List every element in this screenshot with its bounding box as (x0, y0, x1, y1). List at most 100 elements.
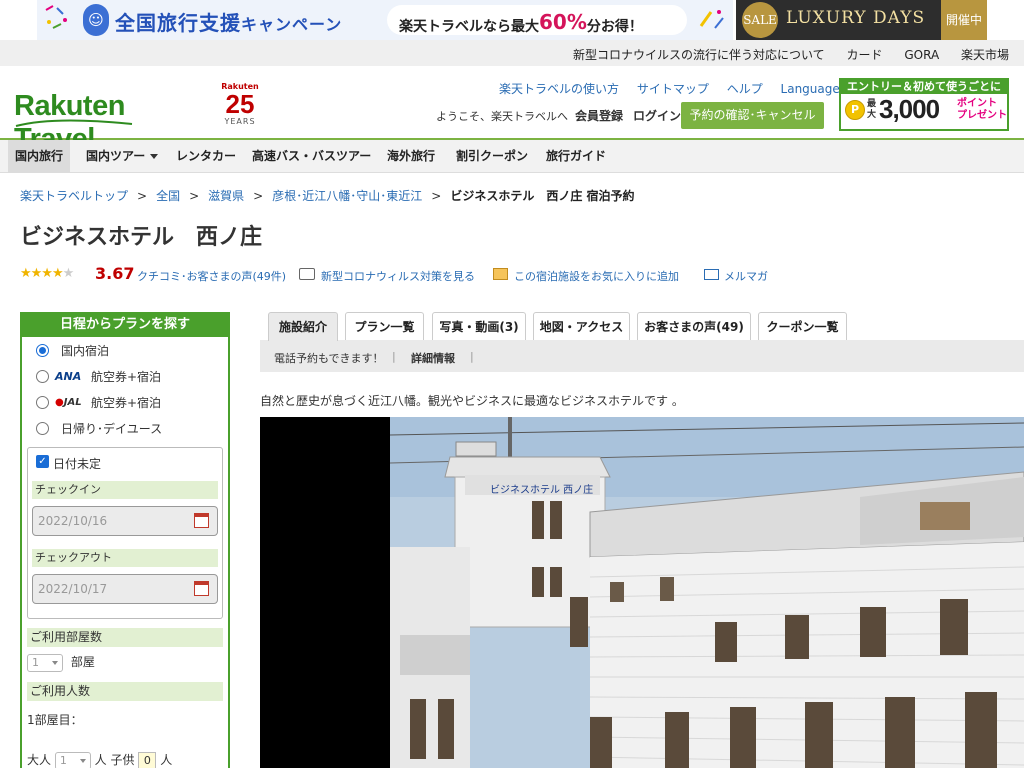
rooms-select[interactable]: 1 (27, 653, 63, 672)
search-panel-title: 日程からプランを探す (20, 312, 230, 337)
option-jal-air-hotel[interactable]: ●JAL 航空券+宿泊 (36, 394, 161, 414)
utility-bar: 新型コロナウイルスの流行に伴う対応について カード GORA 楽天市場 (0, 40, 1024, 66)
option-label: 日帰り･デイユース (61, 422, 163, 436)
sale-status: 開催中 (941, 0, 987, 40)
reservation-check-button[interactable]: 予約の確認･キャンセル (681, 102, 824, 129)
document-icon (299, 268, 315, 280)
people-label: ご利用人数 (27, 682, 223, 701)
hotel-name-heading: ビジネスホテル 西ノ庄 (20, 225, 263, 250)
header-link-help[interactable]: ヘルプ (727, 82, 763, 96)
child-input[interactable]: 0 (138, 751, 157, 768)
top-banner[interactable]: ☺ 全国旅行支援キャンペーン 楽天トラベルなら最大60%分お得！ SALE LU… (0, 0, 1024, 40)
breadcrumb-area[interactable]: 彦根･近江八幡･守山･東近江 (272, 189, 422, 203)
newsletter-link[interactable]: メルマガ (724, 268, 768, 284)
option-domestic-stay[interactable]: 国内宿泊 (36, 342, 109, 362)
add-favorite-link[interactable]: この宿泊施設をお気に入りに追加 (514, 268, 679, 284)
calendar-icon[interactable] (194, 513, 209, 528)
logo-swoosh-icon (15, 119, 133, 127)
subtab-details[interactable]: 詳細情報 (411, 350, 455, 366)
option-day-use[interactable]: 日帰り･デイユース (36, 420, 162, 440)
building-sign: ビジネスホテル 西ノ庄 (490, 483, 593, 496)
rooms-label: ご利用部屋数 (27, 628, 223, 647)
rooms-unit: 部屋 (70, 655, 95, 669)
option-label: 国内宿泊 (61, 344, 110, 358)
offer-suffix: 分お得！ (586, 19, 643, 35)
promo-amount: 3,000 (879, 94, 940, 124)
hotel-building-image: ビジネスホテル 西ノ庄 (260, 417, 1024, 768)
breadcrumb-separator: > (137, 189, 148, 203)
calendar-icon[interactable] (194, 581, 209, 596)
nav-coupon[interactable]: 割引クーポン (449, 140, 535, 173)
rooms-row: 1 部屋 (27, 653, 95, 672)
utility-link-gora[interactable]: GORA (904, 48, 939, 62)
mail-icon (704, 269, 719, 280)
point-coin-icon: P (845, 100, 865, 120)
points-promo-banner[interactable]: エントリー＆初めて使うごとに P 最大 3,000 ポイント プレゼント (839, 78, 1009, 131)
date-undecided-checkbox[interactable]: ✓ (36, 455, 49, 468)
luxury-sale-banner[interactable]: SALE LUXURY DAYS 開催中 (736, 0, 987, 40)
promo-points-label: ポイント プレゼント (957, 98, 1007, 121)
breadcrumb-separator: > (431, 189, 442, 203)
utility-link-ichiba[interactable]: 楽天市場 (961, 48, 1009, 62)
sale-badge: SALE (742, 2, 778, 38)
option-ana-air-hotel[interactable]: ANA 航空券+宿泊 (36, 368, 161, 388)
breadcrumb-shiga[interactable]: 滋賀県 (208, 189, 244, 203)
radio-selected[interactable] (36, 344, 49, 357)
checkin-label: チェックイン (32, 481, 218, 499)
nav-bus[interactable]: 高速バス・バスツアー (245, 140, 378, 173)
campaign-mascot-icon: ☺ (83, 4, 109, 36)
header-link-howto[interactable]: 楽天トラベルの使い方 (499, 82, 619, 96)
breadcrumb-nationwide[interactable]: 全国 (156, 189, 180, 203)
anniversary-years: YEARS (224, 117, 256, 126)
site-logo[interactable]: Rakuten Travel (14, 90, 209, 155)
campaign-banner[interactable]: ☺ 全国旅行支援キャンペーン 楽天トラベルなら最大60%分お得！ (37, 0, 733, 40)
campaign-offer: 楽天トラベルなら最大60%分お得！ (387, 5, 687, 35)
breadcrumb: 楽天トラベルトップ > 全国 > 滋賀県 > 彦根･近江八幡･守山･東近江 > ビジネスホテル … (20, 187, 635, 204)
confetti-icon (45, 5, 67, 29)
offer-prefix: 楽天トラベルなら最大 (399, 19, 539, 35)
member-register-link[interactable]: 会員登録 (575, 107, 623, 124)
adult-label: 大人 (27, 753, 52, 767)
utility-link-covid[interactable]: 新型コロナウイルスの流行に伴う対応について (573, 48, 825, 62)
tab-map[interactable]: 地図・アクセス (533, 312, 630, 340)
nav-domestic[interactable]: 国内旅行 (8, 140, 71, 173)
header-link-sitemap[interactable]: サイトマップ (637, 82, 709, 96)
checkout-value: 2022/10/17 (38, 582, 108, 596)
utility-link-card[interactable]: カード (847, 48, 883, 62)
subtab-phone-reservation[interactable]: 電話予約もできます！ (274, 350, 384, 366)
reviews-link[interactable]: クチコミ･お客さまの声(49件) (137, 268, 286, 284)
radio-unselected[interactable] (36, 422, 49, 435)
jal-logo: ●JAL (55, 397, 82, 408)
people-row: 大人 1 人 子供 0 人 (27, 751, 172, 768)
date-selector: ✓ 日付未定 チェックイン 2022/10/16 チェックアウト 2022/10… (27, 447, 223, 619)
breadcrumb-top[interactable]: 楽天トラベルトップ (20, 189, 128, 203)
ana-logo: ANA (55, 370, 82, 383)
tab-facility-intro[interactable]: 施設紹介 (268, 312, 338, 341)
child-label: 子供 (110, 753, 135, 767)
hotel-intro-text: 自然と歴史が息づく近江八幡。観光やビジネスに最適なビジネスホテルです 。 (260, 394, 684, 408)
offer-percent: 60% (539, 10, 587, 34)
covid-measures-link[interactable]: 新型コロナウィルス対策を見る (321, 268, 475, 284)
subtab-divider: | (392, 350, 396, 363)
room1-label: 1部屋目： (27, 713, 83, 727)
nav-domestic-tour[interactable]: 国内ツアー (79, 140, 165, 173)
nav-rentacar[interactable]: レンタカー (169, 140, 243, 173)
adult-select[interactable]: 1 (54, 751, 91, 768)
radio-unselected[interactable] (36, 396, 49, 409)
tab-plans[interactable]: プラン一覧 (345, 312, 424, 340)
tab-coupons[interactable]: クーポン一覧 (758, 312, 847, 340)
option-label: 航空券+宿泊 (91, 370, 162, 384)
campaign-title: 全国旅行支援キャンペーン (115, 11, 343, 35)
login-link[interactable]: ログイン (633, 107, 681, 124)
global-nav: 国内旅行 国内ツアー レンタカー 高速バス・バスツアー 海外旅行 割引クーポン … (0, 140, 1024, 173)
checkin-date-input[interactable]: 2022/10/16 (32, 506, 218, 536)
radio-unselected[interactable] (36, 370, 49, 383)
tab-photos[interactable]: 写真・動画(3) (432, 312, 526, 340)
nav-overseas[interactable]: 海外旅行 (380, 140, 442, 173)
option-label: 航空券+宿泊 (91, 396, 162, 410)
nav-guide[interactable]: 旅行ガイド (539, 140, 613, 173)
tab-reviews[interactable]: お客さまの声(49) (637, 312, 751, 340)
checkout-date-input[interactable]: 2022/10/17 (32, 574, 218, 604)
hotel-photo[interactable]: ビジネスホテル 西ノ庄 (260, 417, 1024, 768)
folder-icon (493, 268, 508, 280)
